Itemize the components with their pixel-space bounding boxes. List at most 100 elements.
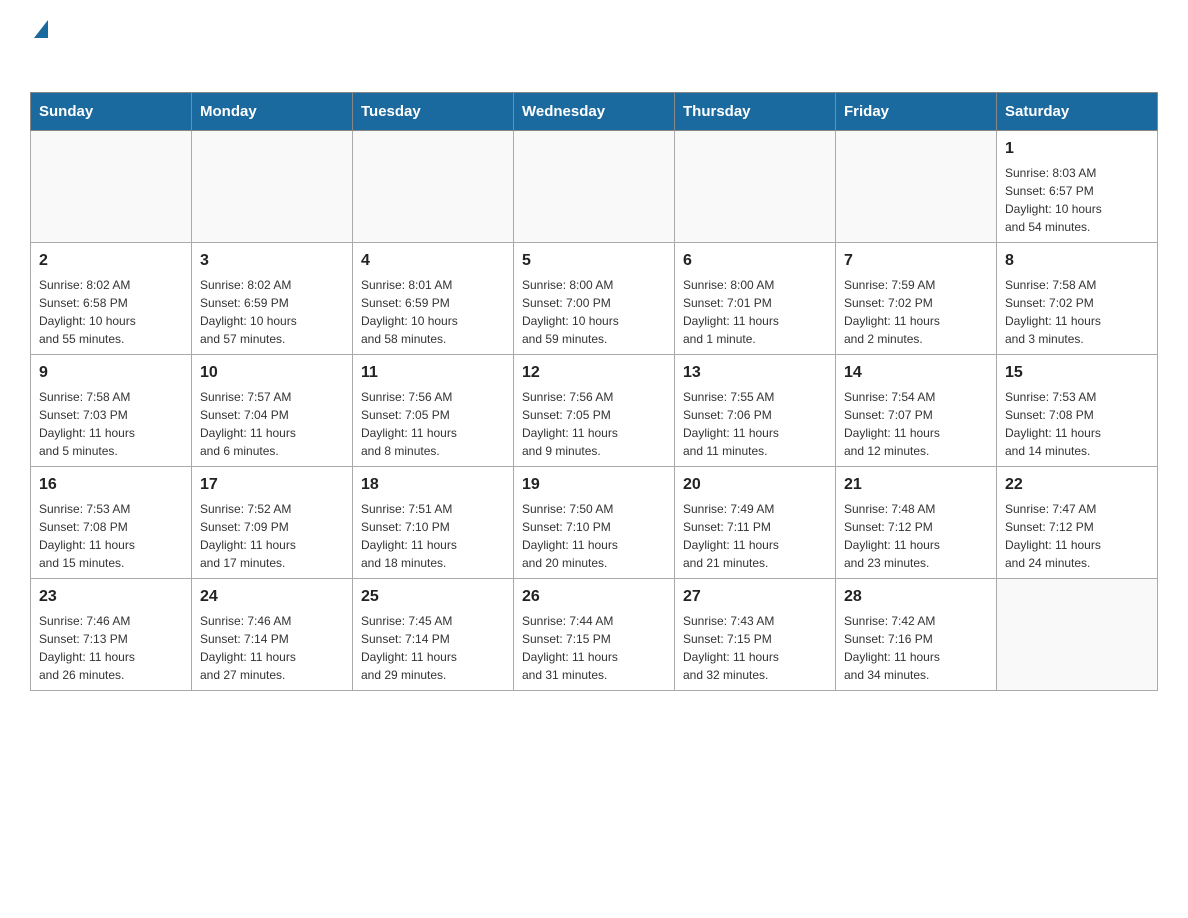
calendar-cell: 15 Sunrise: 7:53 AM Sunset: 7:08 PM Dayli… (997, 355, 1158, 467)
day-info: Sunrise: 7:54 AM Sunset: 7:07 PM Dayligh… (844, 388, 988, 460)
day-number: 13 (683, 361, 827, 385)
calendar-cell: 3 Sunrise: 8:02 AM Sunset: 6:59 PM Daylig… (192, 243, 353, 355)
day-info: Sunrise: 7:42 AM Sunset: 7:16 PM Dayligh… (844, 612, 988, 684)
day-number: 2 (39, 249, 183, 273)
day-number: 26 (522, 585, 666, 609)
day-number: 17 (200, 473, 344, 497)
calendar-cell: 20 Sunrise: 7:49 AM Sunset: 7:11 PM Dayli… (675, 467, 836, 579)
day-number: 16 (39, 473, 183, 497)
day-number: 11 (361, 361, 505, 385)
day-number: 5 (522, 249, 666, 273)
calendar-cell: 22 Sunrise: 7:47 AM Sunset: 7:12 PM Dayli… (997, 467, 1158, 579)
weekday-header-friday: Friday (836, 93, 997, 131)
calendar-week-row: 23Sunrise: 7:46 AM Sunset: 7:13 PM Dayli… (31, 579, 1158, 691)
calendar-cell: 5 Sunrise: 8:00 AM Sunset: 7:00 PM Daylig… (514, 243, 675, 355)
calendar-cell: 17 Sunrise: 7:52 AM Sunset: 7:09 PM Dayli… (192, 467, 353, 579)
calendar-cell: 28 Sunrise: 7:42 AM Sunset: 7:16 PM Dayli… (836, 579, 997, 691)
weekday-header-wednesday: Wednesday (514, 93, 675, 131)
day-info: Sunrise: 7:58 AM Sunset: 7:03 PM Dayligh… (39, 388, 183, 460)
calendar-cell: 27Sunrise: 7:43 AM Sunset: 7:15 PM Dayli… (675, 579, 836, 691)
calendar-cell: 11 Sunrise: 7:56 AM Sunset: 7:05 PM Dayli… (353, 355, 514, 467)
day-info: Sunrise: 7:58 AM Sunset: 7:02 PM Dayligh… (1005, 276, 1149, 348)
day-number: 12 (522, 361, 666, 385)
day-info: Sunrise: 8:02 AM Sunset: 6:58 PM Dayligh… (39, 276, 183, 348)
page-header (30, 20, 1158, 72)
day-info: Sunrise: 7:53 AM Sunset: 7:08 PM Dayligh… (39, 500, 183, 572)
calendar-cell: 26 Sunrise: 7:44 AM Sunset: 7:15 PM Dayli… (514, 579, 675, 691)
day-info: Sunrise: 8:00 AM Sunset: 7:00 PM Dayligh… (522, 276, 666, 348)
day-info: Sunrise: 7:45 AM Sunset: 7:14 PM Dayligh… (361, 612, 505, 684)
calendar-cell: 8 Sunrise: 7:58 AM Sunset: 7:02 PM Daylig… (997, 243, 1158, 355)
calendar-cell: 21 Sunrise: 7:48 AM Sunset: 7:12 PM Dayli… (836, 467, 997, 579)
day-number: 14 (844, 361, 988, 385)
day-number: 20 (683, 473, 827, 497)
calendar-cell (675, 131, 836, 243)
day-info: Sunrise: 7:44 AM Sunset: 7:15 PM Dayligh… (522, 612, 666, 684)
weekday-header-monday: Monday (192, 93, 353, 131)
calendar-cell: 18 Sunrise: 7:51 AM Sunset: 7:10 PM Dayli… (353, 467, 514, 579)
day-info: Sunrise: 8:01 AM Sunset: 6:59 PM Dayligh… (361, 276, 505, 348)
calendar-cell: 10 Sunrise: 7:57 AM Sunset: 7:04 PM Dayli… (192, 355, 353, 467)
weekday-header-sunday: Sunday (31, 93, 192, 131)
day-info: Sunrise: 7:50 AM Sunset: 7:10 PM Dayligh… (522, 500, 666, 572)
weekday-header-tuesday: Tuesday (353, 93, 514, 131)
day-number: 22 (1005, 473, 1149, 497)
day-info: Sunrise: 7:56 AM Sunset: 7:05 PM Dayligh… (522, 388, 666, 460)
calendar-cell (997, 579, 1158, 691)
day-info: Sunrise: 7:57 AM Sunset: 7:04 PM Dayligh… (200, 388, 344, 460)
calendar-cell: 2 Sunrise: 8:02 AM Sunset: 6:58 PM Daylig… (31, 243, 192, 355)
day-number: 19 (522, 473, 666, 497)
calendar-cell: 13 Sunrise: 7:55 AM Sunset: 7:06 PM Dayli… (675, 355, 836, 467)
day-info: Sunrise: 7:51 AM Sunset: 7:10 PM Dayligh… (361, 500, 505, 572)
day-info: Sunrise: 7:56 AM Sunset: 7:05 PM Dayligh… (361, 388, 505, 460)
day-info: Sunrise: 7:48 AM Sunset: 7:12 PM Dayligh… (844, 500, 988, 572)
calendar-week-row: 1 Sunrise: 8:03 AM Sunset: 6:57 PM Daylig… (31, 131, 1158, 243)
weekday-header-thursday: Thursday (675, 93, 836, 131)
calendar-cell: 14 Sunrise: 7:54 AM Sunset: 7:07 PM Dayli… (836, 355, 997, 467)
logo (30, 20, 48, 72)
calendar-cell: 6Sunrise: 8:00 AM Sunset: 7:01 PM Daylig… (675, 243, 836, 355)
calendar-header-row: SundayMondayTuesdayWednesdayThursdayFrid… (31, 93, 1158, 131)
day-number: 21 (844, 473, 988, 497)
calendar-week-row: 9Sunrise: 7:58 AM Sunset: 7:03 PM Daylig… (31, 355, 1158, 467)
day-number: 18 (361, 473, 505, 497)
day-info: Sunrise: 7:53 AM Sunset: 7:08 PM Dayligh… (1005, 388, 1149, 460)
calendar-cell (836, 131, 997, 243)
calendar-cell: 16 Sunrise: 7:53 AM Sunset: 7:08 PM Dayli… (31, 467, 192, 579)
calendar-cell: 25 Sunrise: 7:45 AM Sunset: 7:14 PM Dayli… (353, 579, 514, 691)
day-info: Sunrise: 7:52 AM Sunset: 7:09 PM Dayligh… (200, 500, 344, 572)
calendar-cell: 7Sunrise: 7:59 AM Sunset: 7:02 PM Daylig… (836, 243, 997, 355)
day-number: 23 (39, 585, 183, 609)
day-number: 25 (361, 585, 505, 609)
calendar-table: SundayMondayTuesdayWednesdayThursdayFrid… (30, 92, 1158, 691)
weekday-header-saturday: Saturday (997, 93, 1158, 131)
day-info: Sunrise: 7:47 AM Sunset: 7:12 PM Dayligh… (1005, 500, 1149, 572)
calendar-cell (514, 131, 675, 243)
day-info: Sunrise: 8:03 AM Sunset: 6:57 PM Dayligh… (1005, 164, 1149, 236)
day-info: Sunrise: 8:00 AM Sunset: 7:01 PM Dayligh… (683, 276, 827, 348)
day-number: 24 (200, 585, 344, 609)
day-number: 7 (844, 249, 988, 273)
day-number: 1 (1005, 137, 1149, 161)
calendar-week-row: 16 Sunrise: 7:53 AM Sunset: 7:08 PM Dayli… (31, 467, 1158, 579)
calendar-cell (192, 131, 353, 243)
logo-arrow-icon (34, 20, 48, 38)
day-info: Sunrise: 7:55 AM Sunset: 7:06 PM Dayligh… (683, 388, 827, 460)
calendar-cell: 24Sunrise: 7:46 AM Sunset: 7:14 PM Dayli… (192, 579, 353, 691)
day-info: Sunrise: 8:02 AM Sunset: 6:59 PM Dayligh… (200, 276, 344, 348)
day-number: 4 (361, 249, 505, 273)
calendar-cell (31, 131, 192, 243)
day-number: 3 (200, 249, 344, 273)
calendar-week-row: 2 Sunrise: 8:02 AM Sunset: 6:58 PM Daylig… (31, 243, 1158, 355)
day-number: 15 (1005, 361, 1149, 385)
day-number: 8 (1005, 249, 1149, 273)
calendar-cell: 1 Sunrise: 8:03 AM Sunset: 6:57 PM Daylig… (997, 131, 1158, 243)
day-info: Sunrise: 7:49 AM Sunset: 7:11 PM Dayligh… (683, 500, 827, 572)
calendar-cell: 9Sunrise: 7:58 AM Sunset: 7:03 PM Daylig… (31, 355, 192, 467)
day-number: 28 (844, 585, 988, 609)
day-number: 10 (200, 361, 344, 385)
day-number: 27 (683, 585, 827, 609)
calendar-cell (353, 131, 514, 243)
calendar-cell: 19 Sunrise: 7:50 AM Sunset: 7:10 PM Dayli… (514, 467, 675, 579)
calendar-cell: 4 Sunrise: 8:01 AM Sunset: 6:59 PM Daylig… (353, 243, 514, 355)
